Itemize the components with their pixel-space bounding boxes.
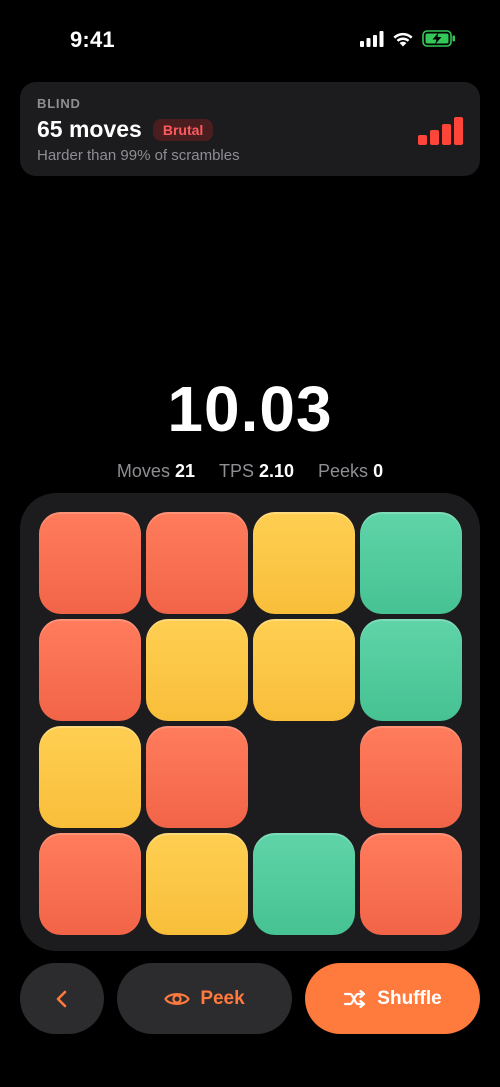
tile-yellow[interactable] — [39, 726, 141, 828]
shuffle-label: Shuffle — [377, 987, 442, 1009]
status-time: 9:41 — [70, 27, 115, 52]
stats-row: Moves 21 TPS 2.10 Peeks 0 — [0, 461, 500, 482]
difficulty-bar — [430, 130, 439, 145]
stat-tps-label: TPS — [218, 461, 254, 481]
stat-moves: Moves 21 — [117, 461, 195, 482]
difficulty-meter — [418, 115, 463, 145]
timer: 10.03 — [167, 373, 333, 445]
stat-peeks-label: Peeks — [318, 461, 369, 481]
scramble-moves: 65 moves — [37, 116, 142, 142]
difficulty-bar — [454, 117, 463, 145]
stat-tps: TPS 2.10 — [219, 461, 294, 482]
tile-green[interactable] — [360, 512, 462, 614]
tile-yellow[interactable] — [146, 619, 248, 721]
empty-slot — [253, 726, 355, 828]
shuffle-icon — [344, 989, 366, 1008]
tile-green[interactable] — [253, 833, 355, 935]
stat-moves-value: 21 — [174, 461, 195, 481]
difficulty-badge: Brutal — [152, 118, 214, 141]
stat-moves-label: Moves — [116, 461, 170, 481]
peek-label: Peek — [200, 987, 245, 1009]
tile-red[interactable] — [360, 726, 462, 828]
status-icons — [360, 30, 456, 47]
battery-charging-icon — [422, 30, 455, 47]
chevron-left-icon — [56, 990, 67, 1007]
tile-yellow[interactable] — [253, 619, 355, 721]
peek-button[interactable]: Peek — [117, 963, 292, 1034]
tile-red[interactable] — [146, 726, 248, 828]
shuffle-button[interactable]: Shuffle — [305, 963, 480, 1034]
difficulty-bar — [442, 124, 451, 145]
puzzle-board — [20, 493, 480, 951]
tile-yellow[interactable] — [146, 833, 248, 935]
back-button[interactable] — [20, 963, 104, 1034]
wifi-icon — [393, 32, 413, 46]
game-screen: 9:41 BLIND 65 moves Brutal Harder than 9… — [0, 0, 500, 1087]
stat-peeks: Peeks 0 — [318, 461, 383, 482]
difficulty-bar — [418, 135, 427, 145]
tile-red[interactable] — [39, 619, 141, 721]
tile-red[interactable] — [39, 512, 141, 614]
status-bar: 9:41 — [0, 0, 500, 80]
difficulty-row: 65 moves Brutal — [37, 116, 214, 143]
eye-icon — [164, 992, 190, 1005]
stat-tps-value: 2.10 — [258, 461, 295, 481]
cellular-signal-icon — [360, 30, 384, 47]
mode-label: BLIND — [37, 96, 81, 111]
difficulty-subtitle: Harder than 99% of scrambles — [37, 147, 240, 164]
tile-red[interactable] — [360, 833, 462, 935]
tile-green[interactable] — [360, 619, 462, 721]
stat-peeks-value: 0 — [373, 461, 384, 481]
difficulty-card: BLIND 65 moves Brutal Harder than 99% of… — [20, 82, 480, 176]
tile-red[interactable] — [39, 833, 141, 935]
tile-yellow[interactable] — [253, 512, 355, 614]
tile-red[interactable] — [146, 512, 248, 614]
